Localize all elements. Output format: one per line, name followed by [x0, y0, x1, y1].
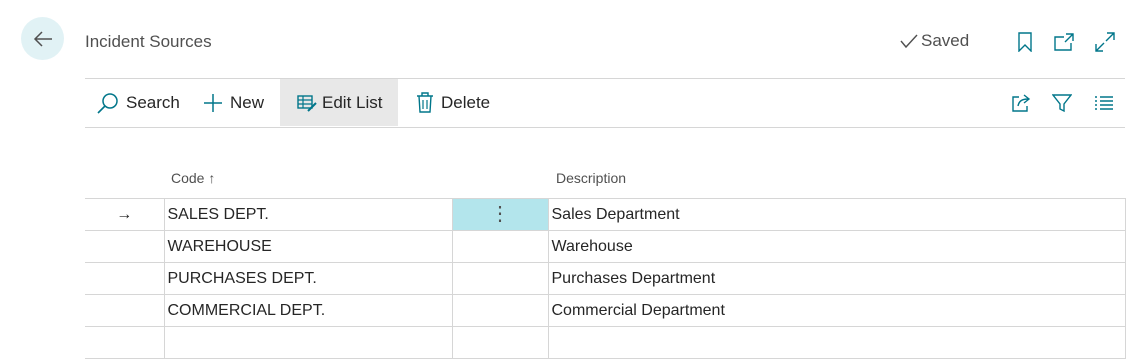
filter-button[interactable]	[1052, 79, 1072, 126]
expand-button[interactable]	[1093, 31, 1117, 53]
bookmark-button[interactable]	[1013, 31, 1037, 53]
edit-list-icon	[297, 94, 317, 112]
column-header-code-label: Code	[171, 170, 205, 186]
edit-list-button[interactable]: Edit List	[280, 79, 398, 126]
table-row[interactable]: COMMERCIAL DEPT. Commercial Department	[85, 294, 1126, 327]
column-header-description[interactable]: Description	[556, 170, 626, 186]
incident-sources-table: → SALES DEPT. ⋮ Sales Department WAREHOU…	[85, 198, 1126, 359]
row-selector[interactable]	[85, 294, 165, 327]
saved-label: Saved	[921, 31, 970, 50]
description-cell[interactable]: Purchases Department	[547, 262, 1126, 295]
row-actions-cell[interactable]	[451, 262, 549, 295]
more-options-icon: ⋮	[490, 203, 510, 225]
current-row-arrow-icon: →	[116, 205, 133, 223]
row-actions-cell[interactable]	[451, 230, 549, 263]
page-title: Incident Sources	[85, 32, 212, 51]
trash-icon	[417, 92, 433, 113]
expand-icon	[1095, 32, 1115, 52]
toolbar-divider	[85, 127, 1125, 128]
code-cell[interactable]: COMMERCIAL DEPT.	[163, 294, 453, 327]
code-cell[interactable]: WAREHOUSE	[163, 230, 453, 263]
open-in-new-window-button[interactable]	[1052, 31, 1076, 53]
list-view-icon	[1095, 95, 1113, 110]
row-actions-cell[interactable]	[451, 326, 549, 359]
delete-button[interactable]: Delete	[416, 79, 490, 126]
new-button[interactable]: New	[203, 79, 264, 126]
table-row[interactable]: PURCHASES DEPT. Purchases Department	[85, 262, 1126, 295]
code-cell[interactable]: SALES DEPT.	[163, 198, 453, 231]
table-row[interactable]: WAREHOUSE Warehouse	[85, 230, 1126, 263]
filter-icon	[1052, 93, 1072, 112]
row-actions-menu-button[interactable]: ⋮	[451, 198, 549, 231]
list-view-button[interactable]	[1094, 79, 1114, 126]
edit-list-label: Edit List	[322, 92, 383, 112]
checkmark-icon	[900, 34, 918, 49]
row-selector[interactable]	[85, 230, 165, 263]
bookmark-icon	[1018, 32, 1032, 52]
row-selector[interactable]	[85, 262, 165, 295]
sort-ascending-icon: ↑	[208, 170, 216, 186]
row-selector[interactable]: →	[85, 198, 165, 231]
description-cell[interactable]	[547, 326, 1126, 359]
share-button[interactable]	[1011, 79, 1031, 126]
row-actions-cell[interactable]	[451, 294, 549, 327]
open-in-new-window-icon	[1054, 33, 1074, 51]
code-cell[interactable]: PURCHASES DEPT.	[163, 262, 453, 295]
row-selector[interactable]	[85, 326, 165, 359]
back-arrow-icon	[33, 30, 52, 47]
back-button[interactable]	[21, 17, 64, 60]
search-label: Search	[126, 92, 180, 112]
code-cell[interactable]	[163, 326, 453, 359]
delete-label: Delete	[441, 92, 491, 112]
description-cell[interactable]: Commercial Department	[547, 294, 1126, 327]
new-label: New	[230, 92, 265, 112]
column-header-code[interactable]: Code ↑	[171, 170, 215, 186]
description-cell[interactable]: Sales Department	[547, 198, 1126, 231]
table-row[interactable]: → SALES DEPT. ⋮ Sales Department	[85, 198, 1126, 231]
search-button[interactable]: Search	[97, 79, 180, 126]
share-icon	[1012, 93, 1031, 112]
search-icon	[97, 92, 118, 114]
plus-icon	[204, 93, 222, 112]
table-row-empty[interactable]	[85, 326, 1126, 359]
description-cell[interactable]: Warehouse	[547, 230, 1126, 263]
saved-status: Saved	[900, 31, 969, 51]
